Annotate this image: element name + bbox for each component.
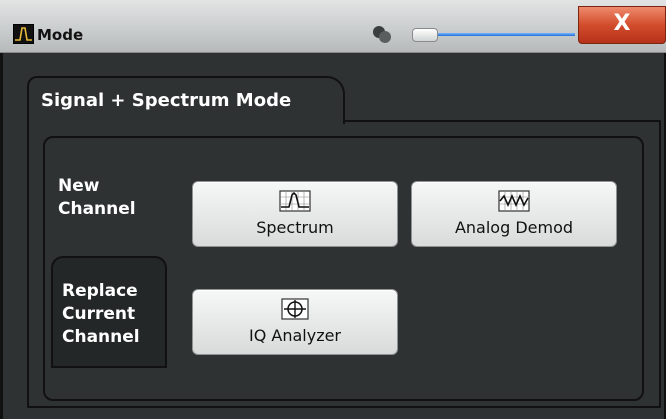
window-title: Mode: [37, 26, 84, 44]
analog-demod-button-label: Analog Demod: [454, 218, 574, 237]
analog-demod-button[interactable]: Analog Demod: [411, 181, 617, 247]
spectrum-button-label: Spectrum: [256, 218, 334, 237]
analog-demod-icon: [498, 190, 530, 212]
spectrum-icon: [279, 190, 311, 212]
app-icon: [13, 24, 34, 44]
spectrum-button[interactable]: Spectrum: [192, 181, 398, 247]
iq-analyzer-icon: [279, 298, 311, 320]
iq-analyzer-button-label: IQ Analyzer: [248, 326, 342, 345]
title-bar: Mode X: [0, 0, 666, 53]
tab-signal-spectrum-mode[interactable]: Signal + Spectrum Mode: [27, 76, 345, 124]
replace-current-channel-label: Replace Current Channel: [62, 281, 140, 347]
close-button[interactable]: X: [578, 6, 666, 44]
slider-handle[interactable]: [412, 28, 438, 42]
iq-analyzer-button[interactable]: IQ Analyzer: [192, 289, 398, 355]
new-channel-label: New Channel: [58, 176, 136, 219]
tab-label: Signal + Spectrum Mode: [41, 90, 292, 111]
decorative-dots-icon: [370, 22, 400, 46]
window-left-border: [0, 53, 3, 419]
slider-track[interactable]: [435, 33, 575, 36]
